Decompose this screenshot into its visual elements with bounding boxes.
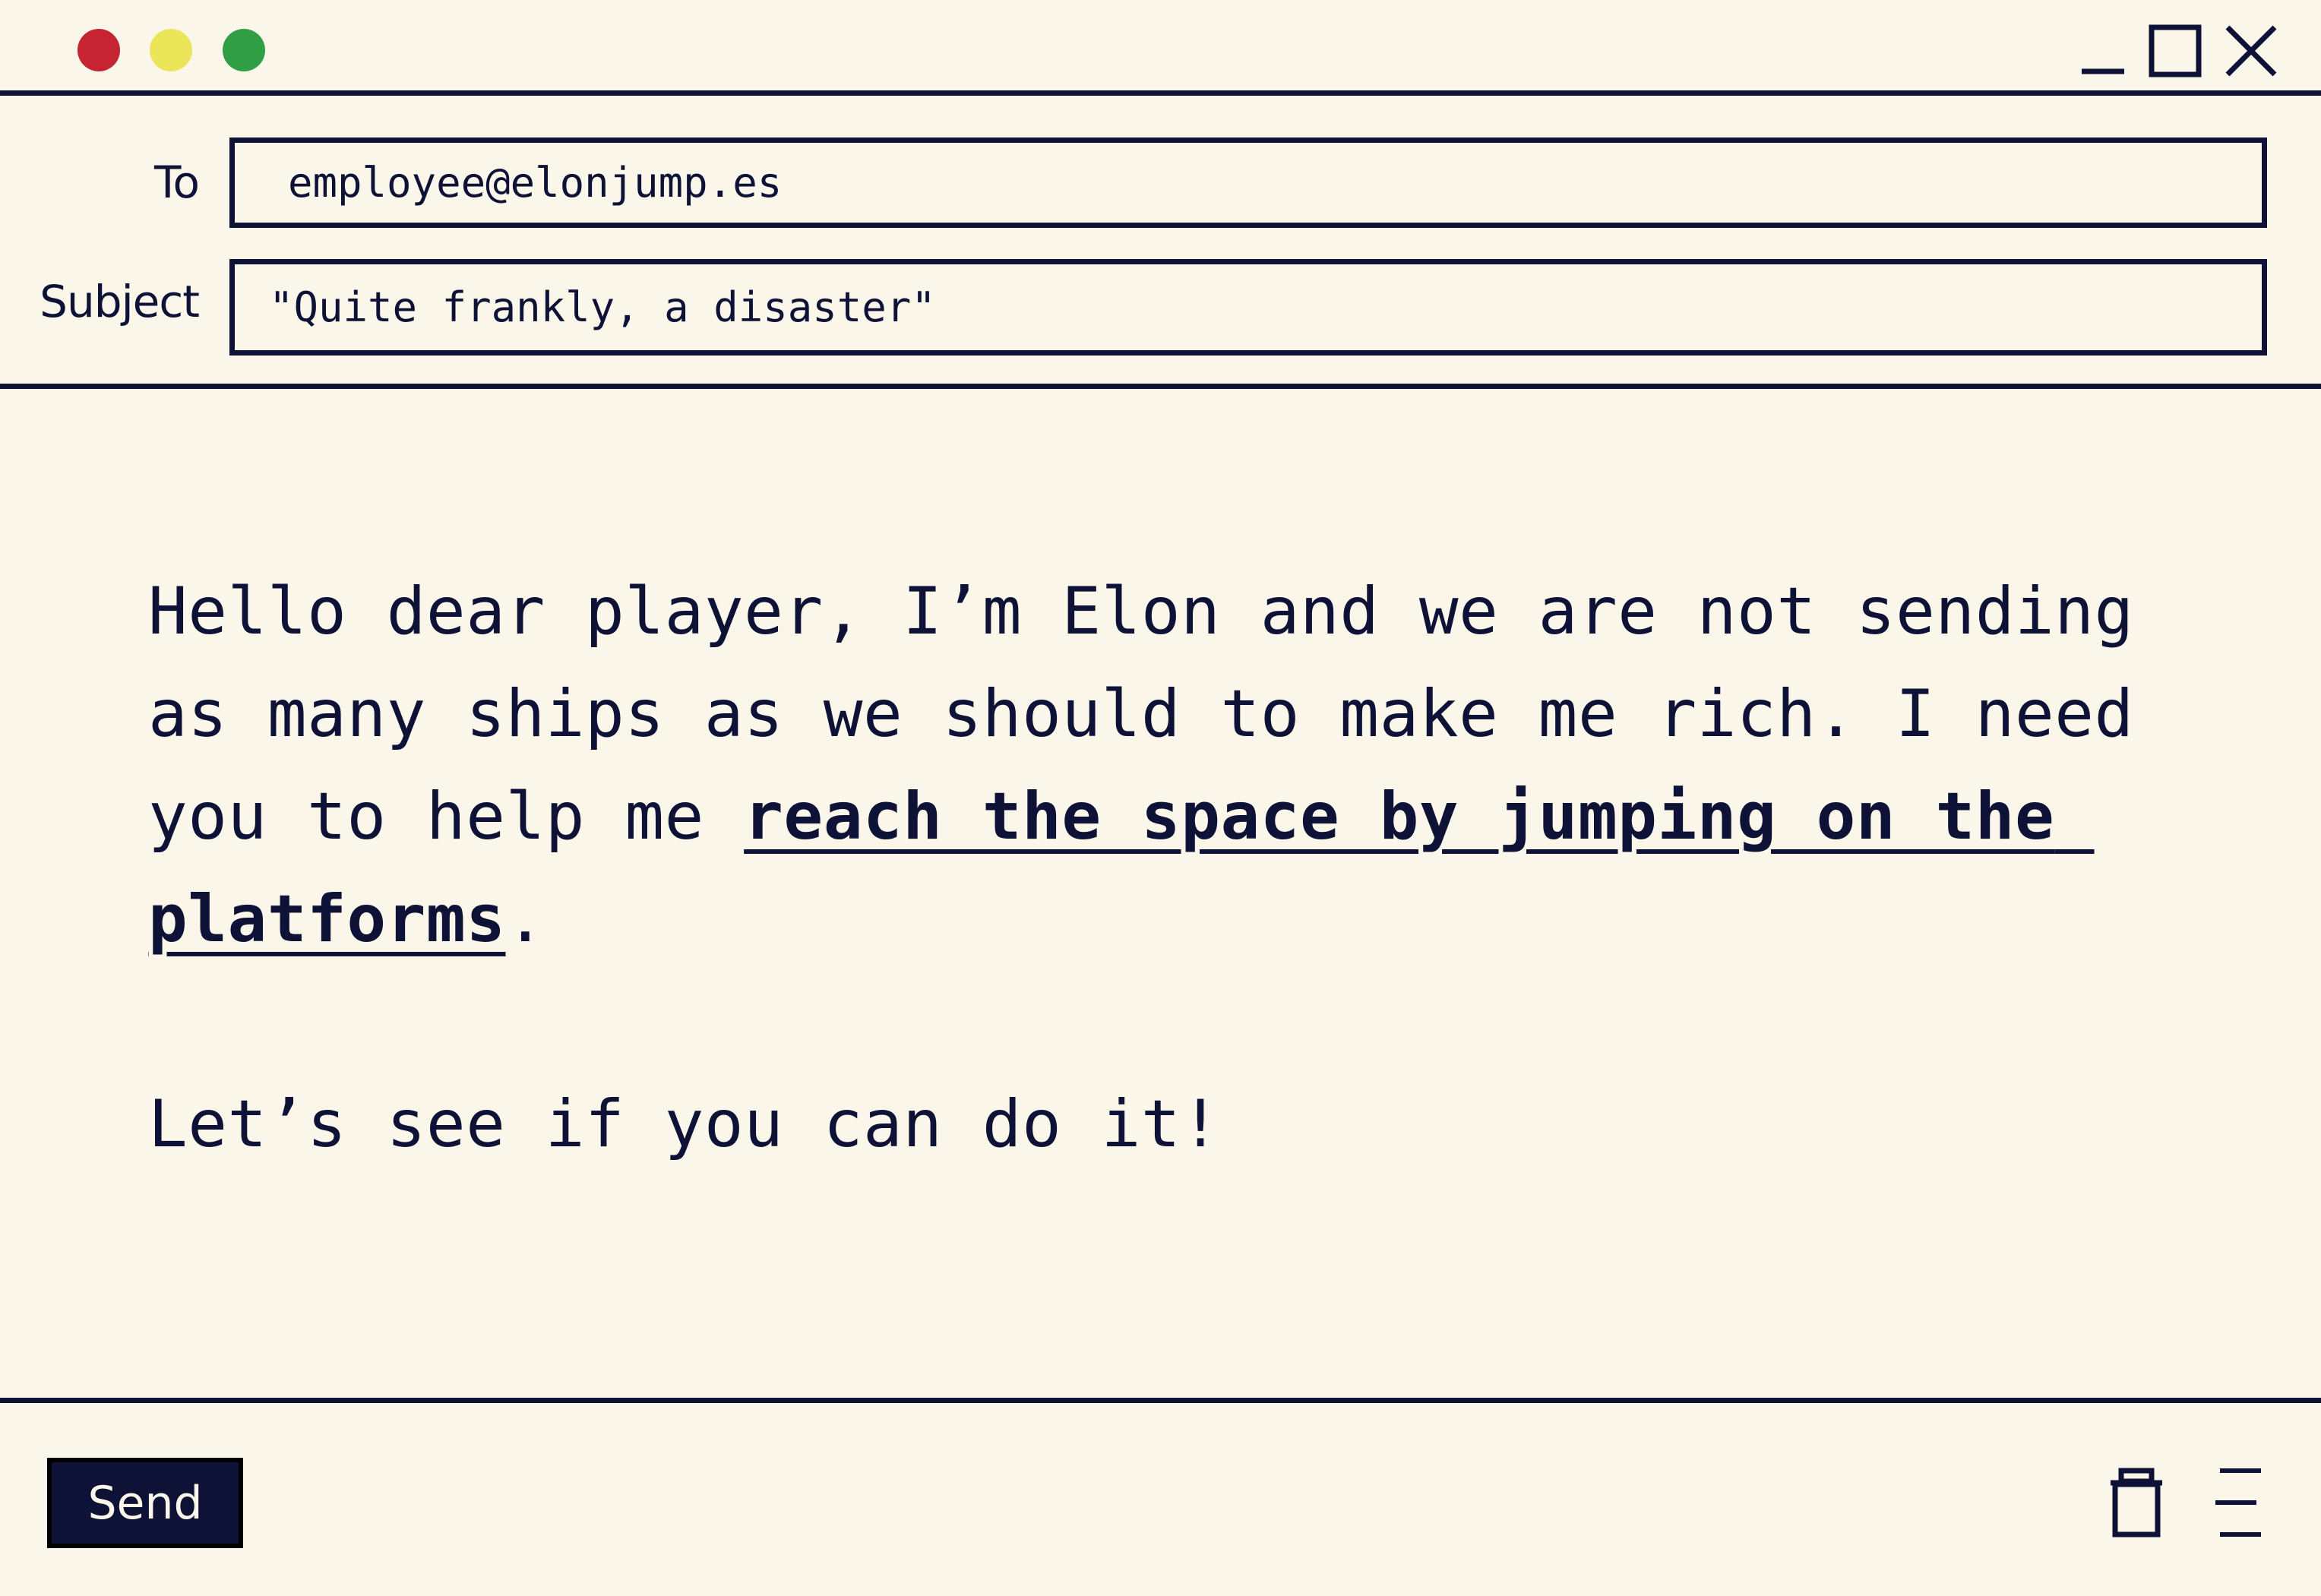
traffic-light-maximize[interactable] <box>223 29 265 71</box>
subject-label: Subject <box>40 276 200 327</box>
title-bar <box>0 0 2321 96</box>
trash-icon[interactable] <box>2109 1468 2164 1541</box>
maximize-icon[interactable] <box>2149 24 2202 77</box>
message-body[interactable]: Hello dear player, I’m Elon and we are n… <box>148 561 2245 1176</box>
traffic-light-close[interactable] <box>77 29 120 71</box>
send-button[interactable]: Send <box>47 1458 243 1548</box>
to-field[interactable]: employee@elonjump.es <box>229 137 2267 228</box>
compose-footer <box>0 1398 2321 1596</box>
to-label: To <box>153 156 200 208</box>
menu-icon[interactable] <box>2214 1468 2264 1541</box>
message-after-link: . <box>505 881 545 957</box>
minimize-icon[interactable] <box>2080 21 2126 74</box>
subject-field[interactable]: "Quite frankly, a disaster" <box>229 259 2267 356</box>
traffic-light-minimize[interactable] <box>150 29 192 71</box>
message-closing: Let’s see if you can do it! <box>148 1086 1221 1162</box>
close-icon[interactable] <box>2225 24 2278 77</box>
compose-header: To employee@elonjump.es Subject "Quite f… <box>0 96 2321 389</box>
email-compose-window: To employee@elonjump.es Subject "Quite f… <box>0 0 2321 1596</box>
